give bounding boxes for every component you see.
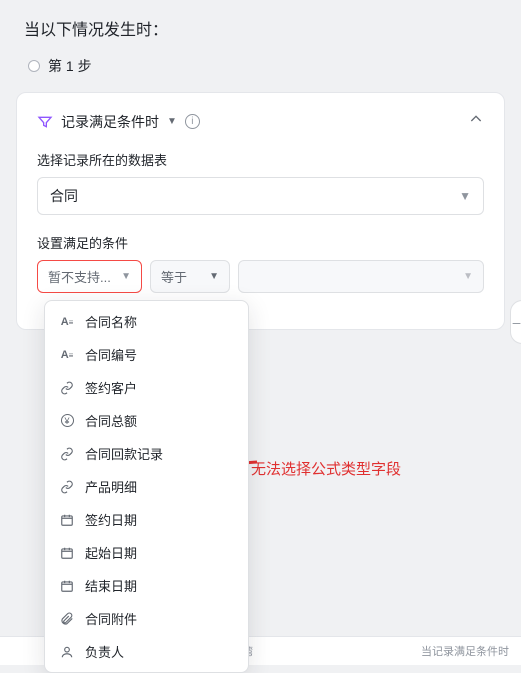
dropdown-item-label: 结束日期: [85, 576, 137, 595]
link-field-icon: [59, 381, 75, 395]
collapse-icon[interactable]: [468, 111, 484, 132]
chevron-down-icon[interactable]: ▼: [167, 116, 177, 127]
date-field-icon: [59, 513, 75, 527]
step-label: 第 1 步: [48, 56, 92, 76]
link-field-icon: [59, 447, 75, 461]
table-select-label: 选择记录所在的数据表: [37, 150, 484, 169]
table-selected-value: 合同: [50, 186, 78, 206]
card-header: 记录满足条件时 ▼ i: [37, 111, 484, 132]
dropdown-item[interactable]: ¥ 合同总额: [45, 404, 248, 437]
step-radio[interactable]: [28, 60, 40, 72]
condition-value-input[interactable]: ▼: [238, 260, 484, 293]
dropdown-item-label: 起始日期: [85, 543, 137, 562]
dropdown-item-label: 产品明细: [85, 477, 137, 496]
text-field-icon: A≡: [59, 316, 75, 328]
condition-operator-select[interactable]: 等于 ▼: [150, 260, 230, 293]
dropdown-item[interactable]: 结束日期: [45, 569, 248, 602]
dropdown-item-label: 合同总额: [85, 411, 137, 430]
chevron-down-icon: ▼: [121, 271, 131, 282]
dropdown-item-label: 签约日期: [85, 510, 137, 529]
card-title: 记录满足条件时: [61, 112, 159, 132]
condition-row: 暂不支持... ▼ 等于 ▼ ▼: [37, 260, 484, 293]
dropdown-item[interactable]: 签约客户: [45, 371, 248, 404]
attach-field-icon: [59, 612, 75, 626]
dropdown-item-label: 签约客户: [85, 378, 137, 397]
table-select-section: 选择记录所在的数据表 合同 ▼: [37, 150, 484, 215]
date-field-icon: [59, 579, 75, 593]
dropdown-item[interactable]: 产品明细: [45, 470, 248, 503]
dropdown-item-label: 合同名称: [85, 312, 137, 331]
field-dropdown: A≡ 合同名称 A≡ 合同编号签约客户 ¥ 合同总额合同回款记录产品明细签约日期起始日期结…: [44, 300, 249, 673]
chevron-down-icon: ▼: [463, 271, 473, 282]
condition-label: 设置满足的条件: [37, 233, 484, 252]
chevron-down-icon: ▼: [459, 189, 471, 203]
info-icon[interactable]: i: [185, 114, 200, 129]
date-field-icon: [59, 546, 75, 560]
header-title: 当以下情况发生时：: [24, 22, 168, 39]
table-select[interactable]: 合同 ▼: [37, 177, 484, 215]
dropdown-item[interactable]: 负责人: [45, 635, 248, 668]
condition-section: 设置满足的条件 暂不支持... ▼ 等于 ▼ ▼: [37, 233, 484, 293]
filter-icon: [37, 114, 53, 130]
annotation-text: 无法选择公式类型字段: [251, 458, 401, 479]
text-field-icon: A≡: [59, 349, 75, 361]
dropdown-item[interactable]: 合同回款记录: [45, 437, 248, 470]
dropdown-item[interactable]: A≡ 合同名称: [45, 305, 248, 338]
dropdown-item-label: 合同编号: [85, 345, 137, 364]
dropdown-item[interactable]: 起始日期: [45, 536, 248, 569]
condition-field-placeholder: 暂不支持...: [48, 267, 111, 286]
dropdown-item-label: 负责人: [85, 642, 124, 661]
chevron-down-icon: ▼: [209, 271, 219, 282]
page-header: 当以下情况发生时：: [0, 0, 521, 48]
link-field-icon: [59, 480, 75, 494]
footer-right-text: 当记录满足条件时: [421, 643, 509, 659]
condition-card: 记录满足条件时 ▼ i 选择记录所在的数据表 合同 ▼ 设置满足的条件 暂不支持…: [16, 92, 505, 330]
dropdown-item-label: 合同附件: [85, 609, 137, 628]
dropdown-item-label: 合同回款记录: [85, 444, 163, 463]
dropdown-item[interactable]: 合同附件: [45, 602, 248, 635]
step-row: 第 1 步: [0, 48, 521, 84]
currency-field-icon: ¥: [59, 414, 75, 427]
condition-field-select[interactable]: 暂不支持... ▼: [37, 260, 142, 293]
dropdown-item[interactable]: 签约日期: [45, 503, 248, 536]
dropdown-item[interactable]: A≡ 合同编号: [45, 338, 248, 371]
add-step-button[interactable]: –: [510, 300, 521, 344]
condition-operator-value: 等于: [161, 267, 187, 286]
person-field-icon: [59, 645, 75, 659]
